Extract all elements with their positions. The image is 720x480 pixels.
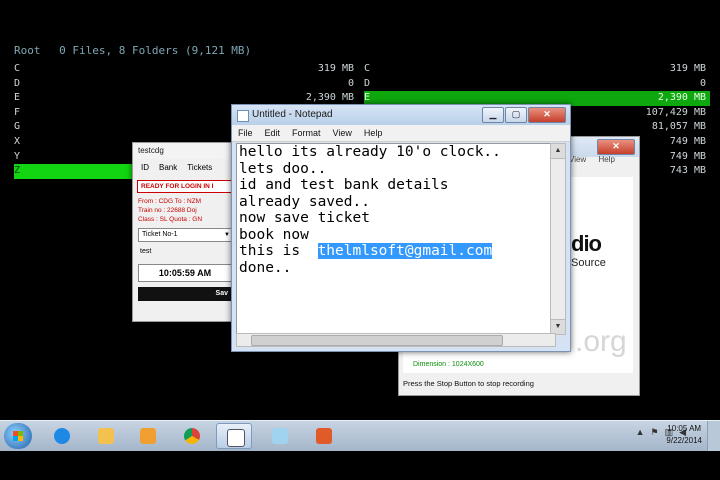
flag-icon[interactable]: ⚑: [650, 427, 658, 438]
testcdg-title: testcdg: [138, 146, 164, 155]
scroll-down-icon[interactable]: ▼: [551, 319, 565, 334]
selected-email-text[interactable]: thelmlsoft@gmail.com: [317, 243, 493, 259]
taskbar: ▲ ⚑ ▥ ◀ 10:05 AM 9/22/2014: [0, 420, 720, 451]
scroll-thumb[interactable]: [251, 335, 503, 346]
vertical-scrollbar[interactable]: ▲ ▼: [550, 143, 566, 335]
root-label: Root: [14, 44, 41, 57]
taskbar-app-window[interactable]: [216, 423, 252, 449]
text-line: now save ticket: [239, 210, 370, 226]
notepad-app-icon: [272, 428, 288, 444]
close-button[interactable]: ✕: [528, 107, 566, 123]
text-line: id and test bank details: [239, 177, 449, 193]
info-line: Train no : 22688 Doj: [138, 207, 197, 214]
menu-help[interactable]: Help: [358, 125, 389, 141]
window-controls: ✕: [596, 139, 635, 155]
clock-time: 10:05 AM: [667, 424, 702, 433]
recorder-dimension: Dimension : 1024X600: [413, 361, 484, 368]
menu-help[interactable]: Help: [598, 155, 614, 164]
recorder-menubar: View Help: [569, 155, 625, 164]
notepad-titlebar[interactable]: Untitled - Notepad ▁ ▢ ✕: [232, 105, 570, 125]
drive-row[interactable]: D0: [364, 77, 710, 92]
show-desktop-button[interactable]: [707, 421, 720, 451]
tab-tickets[interactable]: Tickets: [187, 163, 212, 172]
folder-summary: 0 Files, 8 Folders (9,121 MB): [59, 44, 252, 57]
close-button[interactable]: ✕: [597, 139, 635, 155]
menu-format[interactable]: Format: [286, 125, 327, 141]
minimize-button[interactable]: ▁: [482, 107, 504, 123]
testcdg-tabs: ID Bank Tickets: [133, 159, 237, 172]
journey-info: From : CDG To : NZM Train no : 22688 Doj…: [133, 193, 237, 224]
horizontal-scrollbar[interactable]: [236, 333, 556, 347]
text-line: book now: [239, 226, 309, 243]
tab-id[interactable]: ID: [141, 163, 149, 172]
text-line: done..: [239, 259, 292, 276]
drive-row[interactable]: D0: [14, 77, 358, 92]
notepad-title: Untitled - Notepad: [252, 109, 333, 120]
recorder-watermark: .org: [575, 325, 627, 358]
menu-file[interactable]: File: [232, 125, 259, 141]
ticket-select-value: Ticket No-1: [142, 231, 178, 238]
folder-icon: [98, 428, 114, 444]
ticket-select[interactable]: Ticket No-1 ▼: [138, 228, 232, 242]
text-line-prefix: this is: [239, 243, 318, 259]
drive-row[interactable]: C 319 MB: [14, 62, 358, 77]
menu-view[interactable]: View: [327, 125, 358, 141]
media-player-icon: [140, 428, 156, 444]
notepad-icon: [237, 110, 249, 122]
text-line: lets doo..: [239, 160, 327, 177]
text-line: hello its already 10'o clock..: [239, 144, 501, 160]
recorder-logo-text: dio: [571, 231, 602, 256]
testcdg-window: testcdg ID Bank Tickets READY FOR LOGIN …: [132, 142, 238, 322]
tray-arrow-icon[interactable]: ▲: [636, 427, 645, 438]
menu-view[interactable]: View: [569, 155, 586, 164]
recorder-status: Press the Stop Button to stop recording: [403, 379, 534, 388]
save-button[interactable]: Sav: [138, 287, 232, 301]
internet-explorer-icon: [54, 428, 70, 444]
notepad-text-area[interactable]: hello its already 10'o clock.. lets doo.…: [236, 143, 556, 335]
test-input[interactable]: test: [138, 246, 232, 258]
taskbar-notepad[interactable]: [262, 423, 298, 449]
chrome-icon: [184, 428, 200, 444]
info-line: From : CDG To : NZM: [138, 198, 202, 205]
taskbar-chrome[interactable]: [174, 423, 210, 449]
window-icon: [227, 429, 245, 447]
scroll-up-icon[interactable]: ▲: [551, 144, 565, 159]
notepad-menubar: File Edit Format View Help: [232, 125, 570, 142]
file-manager-header: Root 0 Files, 8 Folders (9,121 MB): [14, 44, 263, 57]
tab-bank[interactable]: Bank: [159, 163, 177, 172]
start-button[interactable]: [4, 423, 32, 449]
testcdg-titlebar[interactable]: testcdg: [133, 143, 237, 159]
taskbar-clock[interactable]: 10:05 AM 9/22/2014: [666, 423, 702, 447]
time-display: 10:05:59 AM: [138, 264, 232, 282]
text-line: already saved..: [239, 193, 370, 210]
maximize-button[interactable]: ▢: [505, 107, 527, 123]
taskbar-recorder[interactable]: [306, 423, 342, 449]
recorder-app-icon: [316, 428, 332, 444]
taskbar-explorer[interactable]: [88, 423, 124, 449]
clock-date: 9/22/2014: [666, 436, 702, 445]
chevron-down-icon: ▼: [224, 232, 230, 238]
taskbar-ie[interactable]: [44, 423, 80, 449]
drive-row[interactable]: C 319 MB: [364, 62, 710, 77]
login-alert: READY FOR LOGIN IN I: [137, 180, 233, 193]
recorder-logo-subtext: Source: [571, 257, 606, 269]
taskbar-media-player[interactable]: [130, 423, 166, 449]
info-line: Class : SL Quota : GN: [138, 216, 203, 223]
menu-edit[interactable]: Edit: [259, 125, 287, 141]
windows-logo-icon: [13, 431, 23, 441]
notepad-window: Untitled - Notepad ▁ ▢ ✕ File Edit Forma…: [231, 104, 571, 352]
window-controls: ▁ ▢ ✕: [481, 107, 566, 123]
